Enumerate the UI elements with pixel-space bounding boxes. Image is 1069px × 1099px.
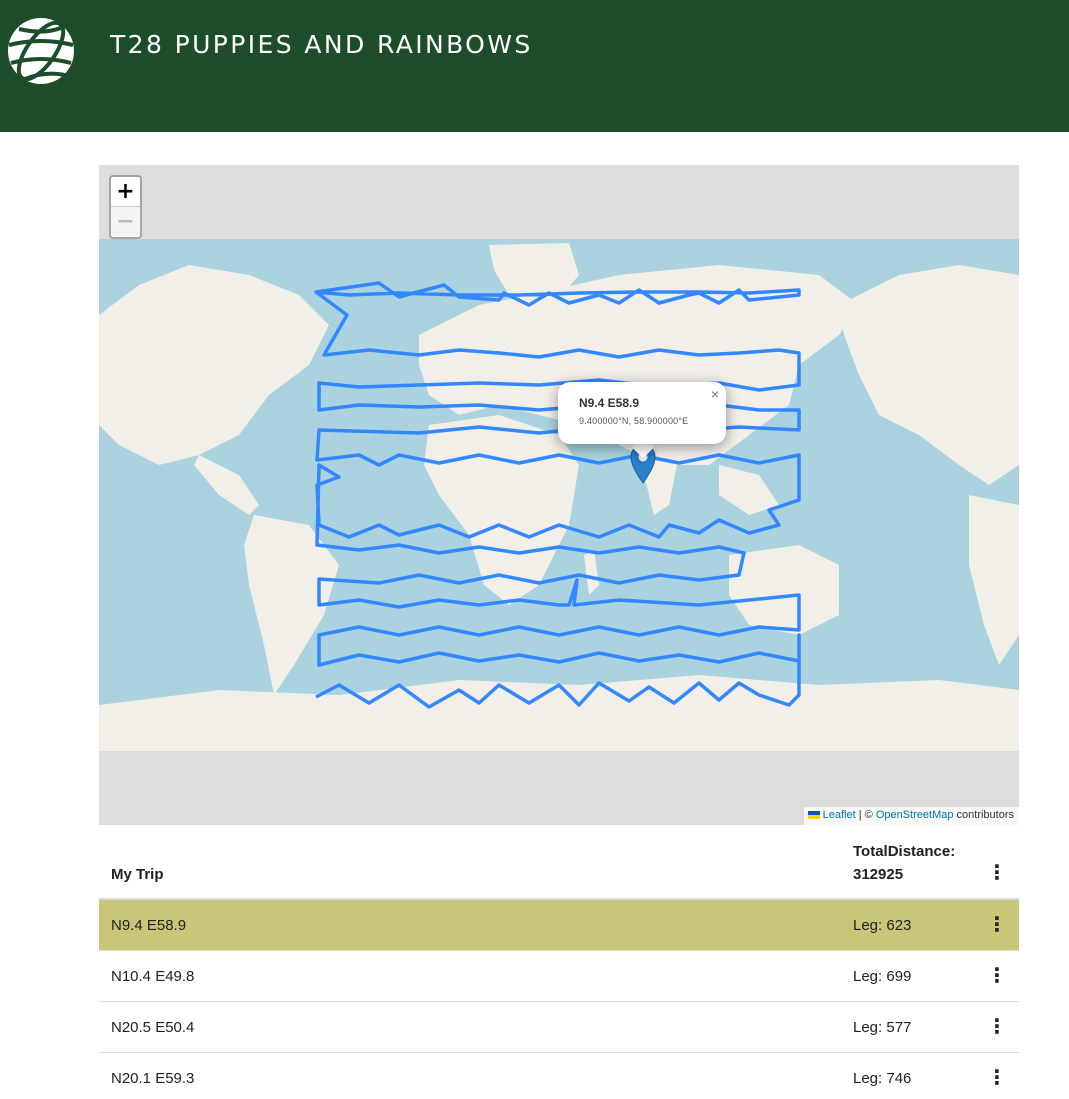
place-name: N9.4 E58.9	[111, 917, 187, 934]
more-vert-icon[interactable]: ⋮	[987, 915, 1007, 935]
map-container[interactable]: + − N9.4 E58.9 9.400000°N, 58.900000°E ×…	[99, 165, 1019, 825]
close-icon[interactable]: ×	[711, 386, 719, 402]
map-popup: N9.4 E58.9 9.400000°N, 58.900000°E ×	[558, 382, 726, 444]
app-title: T28 PUPPIES AND RAINBOWS	[110, 30, 533, 59]
total-distance-label: TotalDistance:	[853, 843, 956, 860]
place-name: N10.4 E49.8	[111, 968, 195, 985]
world-map-tiles[interactable]	[99, 165, 1019, 825]
osm-link[interactable]: OpenStreetMap	[876, 809, 954, 821]
place-name: N20.1 E59.3	[111, 1070, 195, 1087]
map-attribution: Leaflet | © OpenStreetMap contributors	[803, 807, 1019, 825]
zoom-out-button[interactable]: −	[111, 207, 140, 236]
table-row[interactable]: N20.1 E59.3 Leg: 746 ⋮	[99, 1053, 1019, 1099]
place-name: N20.5 E50.4	[111, 1019, 195, 1036]
leg-distance: Leg: 577	[853, 1019, 912, 1036]
table-row[interactable]: N20.5 E50.4 Leg: 577 ⋮	[99, 1002, 1019, 1053]
app-header: T28 PUPPIES AND RAINBOWS	[0, 0, 1069, 132]
zoom-in-button[interactable]: +	[111, 177, 140, 207]
trip-table-header: My Trip TotalDistance: 312925 ⋮	[99, 835, 1019, 900]
leg-distance: Leg: 746	[853, 1070, 912, 1087]
more-vert-icon[interactable]: ⋮	[987, 863, 1007, 883]
zoom-control: + −	[109, 175, 142, 239]
table-row[interactable]: N9.4 E58.9 Leg: 623 ⋮	[99, 900, 1019, 951]
attribution-suffix: contributors	[953, 809, 1014, 821]
leaflet-link[interactable]: Leaflet	[823, 809, 856, 821]
popup-title: N9.4 E58.9	[579, 396, 640, 410]
more-vert-icon[interactable]: ⋮	[987, 1017, 1007, 1037]
leg-distance: Leg: 699	[853, 968, 912, 985]
total-distance-value: 312925	[853, 866, 904, 883]
popup-coordinates: 9.400000°N, 58.900000°E	[579, 416, 689, 426]
table-row[interactable]: N10.4 E49.8 Leg: 699 ⋮	[99, 951, 1019, 1002]
trip-table: My Trip TotalDistance: 312925 ⋮ N9.4 E58…	[99, 835, 1019, 1099]
globe-icon	[8, 18, 74, 84]
attribution-separator: | ©	[855, 809, 876, 821]
more-vert-icon[interactable]: ⋮	[987, 1068, 1007, 1088]
ukraine-flag-icon	[807, 811, 820, 819]
more-vert-icon[interactable]: ⋮	[987, 966, 1007, 986]
leg-distance: Leg: 623	[853, 917, 912, 934]
trip-name[interactable]: My Trip	[111, 866, 164, 883]
